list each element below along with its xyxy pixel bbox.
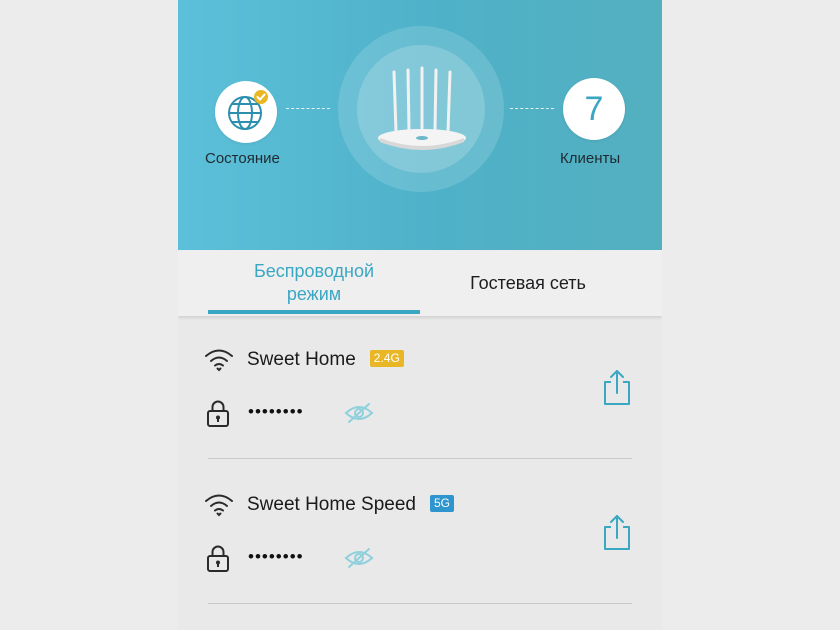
eye-hidden-icon[interactable]	[344, 402, 374, 424]
share-icon[interactable]	[600, 368, 634, 408]
tab-wireless-label: Беспроводной режим	[253, 261, 375, 304]
status-label: Состояние	[205, 150, 280, 167]
eye-hidden-icon[interactable]	[344, 547, 374, 569]
ssid-text: Sweet Home Speed	[247, 494, 416, 515]
band-badge: 2.4G	[369, 350, 404, 367]
password-masked: ••••••••	[248, 402, 304, 421]
ssid-text: Sweet Home	[247, 349, 356, 370]
network-item[interactable]: Sweet Home 2.4G ••••••••	[178, 316, 662, 461]
network-item[interactable]: Sweet Home Speed 5G ••••••••	[178, 461, 662, 606]
password-masked: ••••••••	[248, 547, 304, 566]
lock-icon	[207, 545, 229, 572]
clients-label: Клиенты	[560, 150, 621, 167]
tab-guest-network-label: Гостевая сеть	[470, 272, 586, 293]
tab-wireless[interactable]: Беспроводной режим	[208, 250, 420, 316]
active-tab-indicator	[208, 310, 420, 314]
router-image[interactable]	[372, 66, 472, 156]
tab-guest-network[interactable]: Гостевая сеть	[424, 250, 632, 316]
divider	[208, 458, 632, 459]
tab-bar: Беспроводной режим Гостевая сеть	[178, 250, 662, 316]
clients-button[interactable]: 7	[563, 78, 625, 140]
clients-connector	[510, 108, 554, 109]
wifi-icon	[205, 494, 233, 517]
status-connector	[286, 108, 330, 109]
globe-check-icon	[228, 90, 268, 130]
clients-count: 7	[584, 90, 604, 128]
share-icon[interactable]	[600, 513, 634, 553]
band-badge: 5G	[430, 495, 455, 512]
network-ssid: Sweet Home Speed 5G	[247, 494, 455, 516]
lock-icon	[207, 400, 229, 427]
divider	[208, 603, 632, 604]
wifi-icon	[205, 349, 233, 372]
hero-banner: 7 Состояние Клиенты	[178, 0, 662, 250]
status-button[interactable]	[215, 81, 277, 143]
app-screen: 7 Состояние Клиенты Беспроводной режим Г…	[178, 0, 662, 630]
network-ssid: Sweet Home 2.4G	[247, 349, 404, 371]
